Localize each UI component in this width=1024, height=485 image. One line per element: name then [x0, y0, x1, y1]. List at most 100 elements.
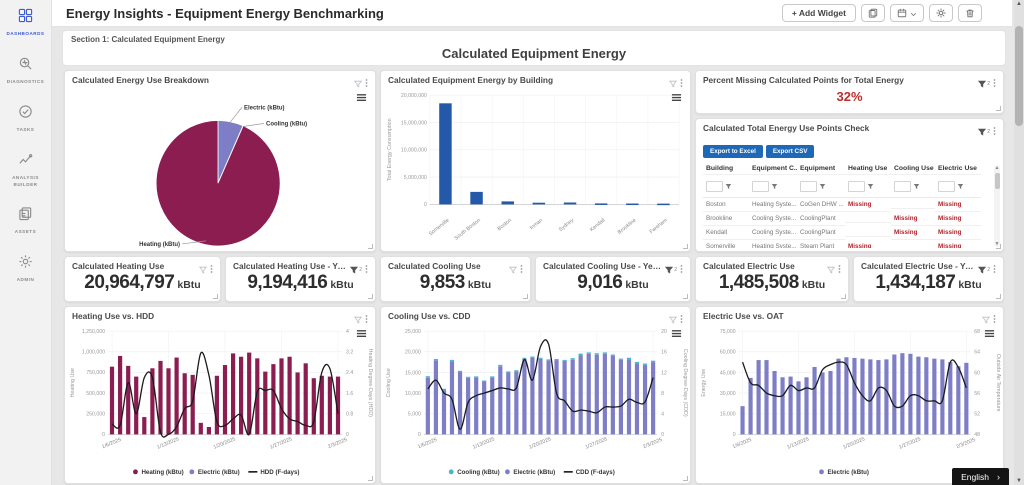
scroll-down-arrow[interactable]: ▼	[1014, 478, 1024, 484]
svg-text:8: 8	[661, 391, 664, 397]
points-check-title: Calculated Total Energy Use Points Check	[703, 123, 870, 133]
funnel-icon[interactable]	[725, 177, 732, 195]
svg-text:Kendall: Kendall	[589, 217, 606, 233]
sidebar-item-assets[interactable]: ASSETS	[1, 206, 51, 236]
svg-text:5,000,000: 5,000,000	[404, 175, 427, 181]
trend-icon	[18, 152, 33, 172]
column-filter[interactable]	[749, 175, 797, 198]
svg-text:3.2: 3.2	[346, 350, 353, 356]
filter-input[interactable]	[752, 180, 769, 192]
settings-button[interactable]	[929, 4, 953, 22]
chart-menu-icon[interactable]	[356, 325, 367, 343]
kpi-value: 9,853 kBtu	[381, 272, 530, 294]
language-selector[interactable]: English ›	[952, 468, 1009, 485]
table-scrollbar-thumb[interactable]	[994, 173, 1000, 189]
funnel-icon[interactable]	[957, 177, 964, 195]
kpi-number: 9,016	[577, 272, 623, 293]
filter-input[interactable]	[894, 180, 911, 192]
scroll-up-arrow[interactable]: ▲	[1014, 1, 1024, 7]
sidebar-item-tasks[interactable]: TASKS	[1, 104, 51, 134]
filter-input[interactable]	[848, 180, 865, 192]
column-filter[interactable]	[703, 175, 749, 198]
page-scrollbar-thumb[interactable]	[1015, 26, 1023, 126]
sidebar-item-analysis-builder[interactable]: ANALYSIS BUILDER	[1, 152, 51, 189]
column-filter[interactable]	[797, 175, 845, 198]
sidebar-item-diagnostics[interactable]: DIAGNOSTICS	[1, 56, 51, 86]
kpi-card: Calculated Cooling Use 9,853 kBtu	[380, 256, 531, 302]
svg-text:Heating Degree-Days (HDD): Heating Degree-Days (HDD)	[367, 349, 373, 417]
kpi-unit: kBtu	[801, 279, 826, 291]
column-filter[interactable]	[891, 175, 935, 198]
kpi-number: 9,194,416	[247, 272, 328, 293]
calendar-button[interactable]	[890, 4, 924, 22]
svg-text:1/6/2025: 1/6/2025	[101, 437, 122, 450]
table-cell: Cooling Syste...	[749, 226, 797, 240]
add-widget-button[interactable]: + Add Widget	[781, 4, 856, 22]
table-scrollbar[interactable]: ▲ ▼	[994, 165, 1000, 247]
column-filter[interactable]	[935, 175, 981, 198]
filter-icon[interactable]	[978, 123, 987, 141]
chart-menu-icon[interactable]	[671, 325, 682, 343]
kpi-number: 20,964,797	[84, 272, 175, 293]
svg-text:1,250,000: 1,250,000	[82, 329, 105, 335]
filter-input[interactable]	[938, 180, 955, 192]
export-csv-button[interactable]: Export CSV	[765, 145, 815, 158]
svg-text:68: 68	[974, 329, 980, 335]
svg-text:56: 56	[974, 391, 980, 397]
export-excel-button[interactable]: Export to Excel	[703, 145, 763, 158]
column-header: Equipment	[797, 163, 845, 175]
svg-text:500,000: 500,000	[86, 391, 105, 397]
svg-text:4: 4	[346, 329, 349, 335]
kebab-menu-icon[interactable]	[993, 123, 996, 141]
column-filter[interactable]	[845, 175, 891, 198]
kpi-card: Calculated Electric Use 1,485,508 kBtu	[695, 256, 849, 302]
chart-menu-icon[interactable]	[671, 89, 682, 107]
page-scrollbar[interactable]: ▲ ▼	[1014, 0, 1024, 485]
sidebar-item-admin[interactable]: ADMIN	[1, 254, 51, 284]
page-title: Energy Insights - Equipment Energy Bench…	[66, 5, 384, 21]
svg-text:1/27/2025: 1/27/2025	[269, 436, 293, 450]
svg-text:30,000: 30,000	[720, 391, 736, 397]
percent-missing-title: Percent Missing Calculated Points for To…	[703, 75, 904, 85]
table-cell: Missing	[935, 198, 981, 212]
search-icon	[18, 56, 33, 76]
duplicate-button[interactable]	[861, 4, 885, 22]
funnel-icon[interactable]	[771, 177, 778, 195]
sidebar-item-dashboards[interactable]: DASHBOARDS	[1, 8, 51, 38]
chart-menu-icon[interactable]	[984, 325, 995, 343]
column-header: Electric Use	[935, 163, 981, 175]
table-cell: Somerville	[703, 240, 749, 248]
kpi-card: Calculated Cooling Use - Year to ...29,0…	[535, 256, 691, 302]
table-row[interactable]: Brookline Cooling Syste... CoolingPlant Mis…	[703, 212, 989, 226]
funnel-icon[interactable]	[913, 177, 920, 195]
svg-text:Brookline: Brookline	[617, 217, 638, 235]
sidebar-item-label: ANALYSIS BUILDER	[12, 174, 39, 187]
table-row[interactable]: Boston Heating Syste... CoGen DHW ... Missi…	[703, 198, 989, 212]
table-cell: Heating Syste...	[749, 240, 797, 248]
funnel-icon[interactable]	[819, 177, 826, 195]
svg-text:Cooling Use: Cooling Use	[386, 368, 392, 397]
svg-text:2/3/2025: 2/3/2025	[956, 437, 977, 450]
table-cell: Heating Syste...	[749, 198, 797, 212]
svg-text:48: 48	[974, 432, 980, 438]
heating-vs-hdd-chart: 0 250,000 500,000 750,000 1,000,000 1,250,000…	[66, 321, 374, 483]
sidebar-item-label: ASSETS	[14, 229, 37, 235]
filter-input[interactable]	[800, 180, 817, 192]
chart-menu-icon[interactable]	[356, 89, 367, 107]
points-check-header: Calculated Total Energy Use Points Check…	[696, 119, 1003, 142]
table-row[interactable]: Kendall Cooling Syste... CoolingPlant Missi…	[703, 226, 989, 240]
table-cell: Missing	[845, 240, 891, 248]
table-scroll-down-arrow[interactable]: ▼	[994, 241, 1000, 247]
table-row[interactable]: Somerville Heating Syste... Steam Plant Mis…	[703, 240, 989, 248]
column-header: Building	[703, 163, 749, 175]
delete-button[interactable]	[958, 4, 982, 22]
funnel-icon[interactable]	[867, 177, 874, 195]
table-scroll-up-arrow[interactable]: ▲	[994, 165, 1000, 171]
copy-icon	[868, 6, 878, 21]
widget-cooling-vs-cdd: Cooling Use vs. CDD 0 5,000 10,000 15,000 20…	[380, 306, 691, 484]
filter-input[interactable]	[706, 180, 723, 192]
column-header: Heating Use	[845, 163, 891, 175]
svg-text:1/20/2025: 1/20/2025	[842, 436, 865, 450]
svg-text:Sydney: Sydney	[558, 217, 576, 233]
svg-text:25,000: 25,000	[405, 329, 421, 335]
